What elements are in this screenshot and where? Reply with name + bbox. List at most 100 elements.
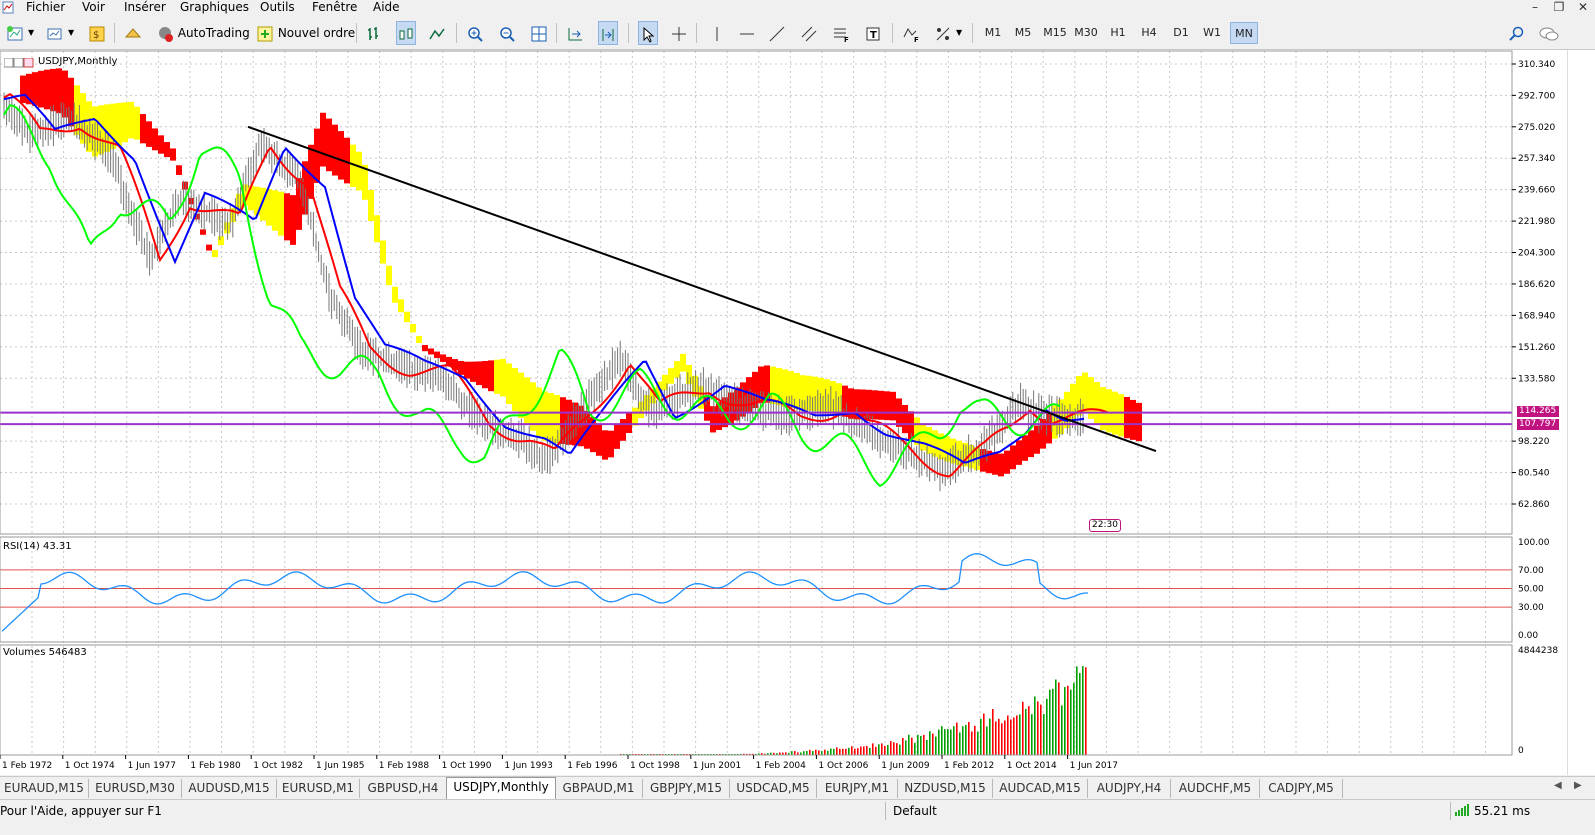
tab-audcad-m15[interactable]: AUDCAD,M15 [993, 779, 1088, 798]
timeframe-m5[interactable]: M5 [1009, 22, 1037, 44]
fibonacci-button[interactable]: F [832, 21, 850, 45]
cloud-segment [1124, 396, 1130, 439]
menu-fenetre[interactable]: Fenêtre [312, 0, 357, 15]
tab-eurusd-m1[interactable]: EURUSD,M1 [277, 779, 360, 798]
cloud-segment [158, 135, 164, 154]
timeframe-mn[interactable]: MN [1230, 22, 1258, 44]
zoom-in-button[interactable] [466, 21, 484, 45]
chart-window[interactable]: 310.340 292.700 275.020 257.340 239.660 221.9… [0, 50, 1568, 775]
tab-gbpusd-h4[interactable]: GBPUSD,H4 [360, 779, 447, 798]
menu-aide[interactable]: Aide [373, 0, 400, 15]
cloud-segment [602, 430, 608, 460]
close-button[interactable]: ✕ [1571, 0, 1595, 15]
cloud-segment [512, 368, 518, 412]
tab-eurjpy-m1[interactable]: EURJPY,M1 [817, 779, 898, 798]
menu-inserer[interactable]: Insérer [124, 0, 166, 15]
signal-bars-icon [1455, 804, 1469, 816]
volume-bar [872, 743, 874, 755]
tabs-scroll-right-icon[interactable]: ▶ [1574, 780, 1582, 791]
app-icon[interactable] [2, 1, 14, 15]
menu-outils[interactable]: Outils [260, 0, 295, 15]
right-scroll-strip [1567, 50, 1595, 775]
tab-eurusd-m30[interactable]: EURUSD,M30 [89, 779, 182, 798]
volume-bar [803, 751, 805, 755]
timeframe-h1[interactable]: H1 [1104, 22, 1132, 44]
candlestick-button[interactable] [396, 21, 416, 45]
cloud-segment [164, 142, 170, 158]
minimize-button[interactable]: – [1523, 0, 1547, 15]
cloud-segment [32, 72, 38, 106]
market-watch-button[interactable]: $ [88, 21, 106, 45]
cloud-segment [176, 165, 182, 175]
expert-button[interactable] [124, 21, 142, 45]
cloud-segment [980, 449, 986, 472]
timeframe-m30[interactable]: M30 [1072, 22, 1100, 44]
cloud-segment [146, 121, 152, 147]
tab-audchf-m5[interactable]: AUDCHF,M5 [1171, 779, 1260, 798]
profiles-icon [47, 28, 62, 39]
volume-zero-label: 0 [1518, 746, 1524, 756]
chart-shift-icon [568, 27, 582, 40]
tab-usdcad-m5[interactable]: USDCAD,M5 [730, 779, 817, 798]
new-order-button[interactable]: Nouvel ordre [256, 21, 355, 45]
cloud-segment [290, 195, 296, 245]
cursor-button[interactable] [638, 21, 658, 45]
tab-euraud-m15[interactable]: EURAUD,M15 [0, 779, 89, 798]
menu-fichier[interactable]: Fichier [26, 0, 65, 15]
tab-nzdusd-m15[interactable]: NZDUSD,M15 [898, 779, 993, 798]
chart-window-icons[interactable] [3, 57, 34, 68]
bar-chart-button[interactable] [366, 21, 384, 45]
volume-bar [1028, 706, 1030, 755]
tile-windows-button[interactable] [530, 21, 548, 45]
cloud-segment [890, 391, 896, 421]
zoom-out-button[interactable] [498, 21, 516, 45]
volume-bar [980, 718, 982, 755]
timeframe-m1[interactable]: M1 [979, 22, 1007, 44]
vertical-line-button[interactable] [708, 21, 726, 45]
timeframe-m15[interactable]: M15 [1041, 22, 1069, 44]
expert-icon [124, 27, 142, 37]
indicators-button[interactable]: F [902, 21, 920, 45]
tab-gbpjpy-m15[interactable]: GBPJPY,M15 [643, 779, 730, 798]
chart-canvas[interactable]: 310.340 292.700 275.020 257.340 239.660 221.9… [0, 50, 1568, 775]
tab-gbpaud-m1[interactable]: GBPAUD,M1 [555, 779, 643, 798]
crosshair-button[interactable] [670, 21, 688, 45]
autoscroll-button[interactable] [598, 21, 618, 45]
new-chart-dropdown-icon[interactable]: ▼ [28, 21, 34, 45]
trendline-button[interactable] [768, 21, 786, 45]
tabs-scroll-left-icon[interactable]: ◀ [1554, 780, 1562, 791]
chat-button[interactable] [1538, 21, 1560, 45]
menu-voir[interactable]: Voir [82, 0, 105, 15]
volume-bar [806, 751, 808, 755]
cloud-segment [218, 236, 224, 246]
autotrading-button[interactable]: AutoTrading [156, 21, 250, 45]
new-chart-button[interactable] [6, 21, 24, 45]
time-tick-label: 1 Jun 2017 [1070, 761, 1118, 771]
timeframe-h4[interactable]: H4 [1135, 22, 1163, 44]
timeframe-w1[interactable]: W1 [1198, 22, 1226, 44]
tab-audjpy-h4[interactable]: AUDJPY,H4 [1088, 779, 1171, 798]
volume-bar [863, 746, 865, 755]
line-chart-button[interactable] [428, 21, 446, 45]
equidistant-channel-button[interactable] [800, 21, 818, 45]
horizontal-line-button[interactable] [738, 21, 756, 45]
volume-bar [947, 729, 949, 755]
new-chart-icon [7, 25, 23, 40]
timeframe-d1[interactable]: D1 [1167, 22, 1195, 44]
search-button[interactable] [1508, 21, 1526, 45]
menu-graphiques[interactable]: Graphiques [180, 0, 249, 15]
templates-dropdown-icon[interactable]: ▼ [956, 21, 962, 45]
chart-shift-button[interactable] [566, 21, 584, 45]
cloud-segment [680, 353, 686, 372]
profiles-button[interactable] [46, 21, 64, 45]
text-button[interactable]: T [864, 21, 882, 45]
status-bar: Pour l'Aide, appuyer sur F1 Default 55.2… [0, 799, 1595, 835]
templates-button[interactable] [934, 21, 952, 45]
volume-bar [1070, 689, 1072, 755]
tab-usdjpy-monthly[interactable]: USDJPY,Monthly [446, 777, 556, 799]
cloud-segment [554, 394, 560, 444]
tab-audusd-m15[interactable]: AUDUSD,M15 [182, 779, 277, 798]
tab-cadjpy-m5[interactable]: CADJPY,M5 [1260, 779, 1343, 798]
restore-button[interactable]: ❐ [1547, 0, 1571, 15]
profiles-dropdown-icon[interactable]: ▼ [68, 21, 74, 45]
